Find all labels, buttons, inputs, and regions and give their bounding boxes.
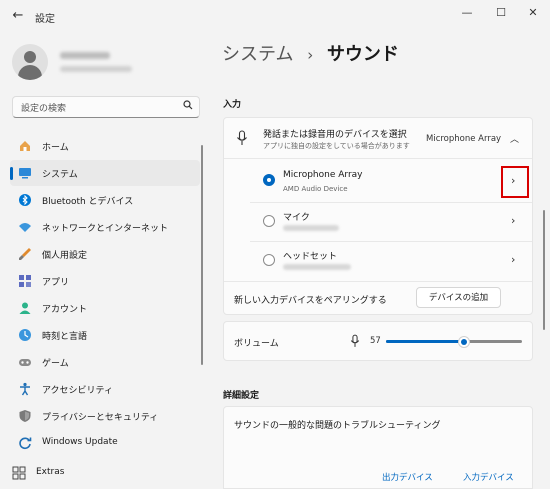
main-scrollbar[interactable] [543, 210, 545, 330]
device-sub-blurred [283, 225, 339, 231]
sidebar-item-label: プライバシーとセキュリティ [42, 413, 159, 423]
section-title-advanced: 詳細設定 [223, 391, 260, 401]
input-header-subtitle: アプリに独自の設定をしている場合があります [263, 142, 410, 150]
sidebar-item-privacy[interactable]: プライバシーとセキュリティ [10, 403, 200, 429]
device-name: マイク [283, 213, 310, 223]
radio-microphone-array[interactable] [263, 174, 275, 186]
radio-mic[interactable] [263, 215, 275, 227]
sidebar-item-label: Windows Update [42, 437, 118, 447]
back-arrow-icon[interactable]: ← [10, 8, 26, 24]
sidebar-item-label: 個人用設定 [42, 251, 88, 261]
sidebar-item-apps[interactable]: アプリ [10, 268, 200, 294]
volume-label: ボリューム [234, 339, 279, 349]
page-title: サウンド [326, 44, 399, 65]
sidebar-item-windows-update[interactable]: Windows Update [10, 430, 200, 456]
search-input[interactable]: 設定の検索 [12, 96, 200, 118]
device-sub: AMD Audio Device [283, 185, 348, 193]
breadcrumb: システム › サウンド [222, 40, 399, 66]
add-device-button[interactable]: デバイスの追加 [416, 287, 501, 308]
sidebar-item-label: ゲーム [42, 359, 69, 369]
troubleshoot-card: サウンドの一般的な問題のトラブルシューティング 出力デバイス 入力デバイス [223, 406, 533, 489]
microphone-icon [237, 130, 247, 145]
device-sub-blurred [283, 264, 351, 270]
output-devices-link[interactable]: 出力デバイス [382, 471, 433, 483]
time-language-icon [19, 329, 31, 341]
device-row-microphone-array[interactable]: Microphone Array AMD Audio Device [224, 160, 532, 202]
sidebar-item-label: システム [42, 170, 78, 180]
system-icon [19, 168, 31, 179]
sidebar-item-label: ホーム [42, 143, 69, 153]
sidebar-item-time-language[interactable]: 時刻と言語 [10, 322, 200, 348]
volume-slider-thumb[interactable] [458, 336, 470, 348]
selected-input-value: Microphone Array [426, 134, 502, 144]
device-row-headset[interactable]: ヘッドセット › [224, 242, 532, 280]
sidebar-item-home[interactable]: ホーム [10, 133, 200, 159]
device-name: Microphone Array [283, 170, 363, 180]
sidebar-item-system[interactable]: システム [10, 160, 200, 186]
apps-icon [19, 275, 31, 287]
radio-headset[interactable] [263, 254, 275, 266]
accessibility-icon [20, 382, 30, 396]
input-device-expander[interactable]: 発話または録音用のデバイスを選択 アプリに独自の設定をしている場合があります M… [224, 118, 532, 158]
device-name: ヘッドセット [283, 252, 338, 262]
volume-card: ボリューム 57 [223, 321, 533, 361]
gamepad-icon [19, 359, 31, 366]
sidebar-item-label: Extras [36, 467, 65, 477]
input-devices-link[interactable]: 入力デバイス [463, 471, 514, 483]
shield-icon [19, 410, 31, 422]
brush-icon [19, 248, 31, 260]
sidebar-item-label: ネットワークとインターネット [42, 224, 169, 234]
microphone-icon[interactable] [350, 334, 360, 348]
sidebar-item-accounts[interactable]: アカウント [10, 295, 200, 321]
section-title-input: 入力 [223, 100, 242, 110]
active-indicator [10, 167, 13, 180]
chevron-right-icon[interactable]: › [511, 214, 515, 227]
sidebar-item-label: アカウント [42, 305, 88, 315]
bluetooth-icon [19, 194, 31, 206]
troubleshoot-title: サウンドの一般的な問題のトラブルシューティング [234, 421, 441, 431]
sidebar-item-extras[interactable]: Extras [4, 460, 194, 486]
breadcrumb-separator: › [307, 46, 314, 64]
maximize-button[interactable]: ☐ [490, 4, 512, 22]
account-icon [19, 302, 31, 314]
user-name-blurred [60, 52, 110, 59]
sidebar-item-bluetooth[interactable]: Bluetooth とデバイス [10, 187, 200, 213]
sidebar-item-gaming[interactable]: ゲーム [10, 349, 200, 375]
sidebar-item-label: アクセシビリティ [42, 386, 114, 396]
avatar[interactable] [12, 44, 48, 80]
search-placeholder: 設定の検索 [21, 104, 67, 114]
update-icon [19, 437, 32, 450]
breadcrumb-parent[interactable]: システム [222, 44, 293, 65]
divider [224, 281, 532, 282]
chevron-right-icon[interactable]: › [511, 174, 515, 187]
window-title: 設定 [35, 14, 55, 25]
close-button[interactable]: ✕ [522, 4, 544, 22]
sidebar-item-label: アプリ [42, 278, 70, 288]
chevron-up-icon[interactable]: ︿ [510, 132, 519, 145]
pair-device-text: 新しい入力デバイスをペアリングする [234, 296, 387, 306]
volume-value: 57 [370, 336, 381, 346]
sidebar-item-label: Bluetooth とデバイス [42, 197, 134, 207]
user-email-blurred [60, 66, 132, 72]
search-icon[interactable] [183, 100, 193, 113]
sidebar-scrollbar[interactable] [201, 145, 203, 365]
sidebar-item-accessibility[interactable]: アクセシビリティ [10, 376, 200, 402]
wifi-icon [19, 223, 31, 232]
device-row-mic[interactable]: マイク › [224, 203, 532, 241]
title-bar: ← 設定 — ☐ ✕ [0, 0, 550, 34]
minimize-button[interactable]: — [456, 4, 478, 22]
home-icon [20, 141, 30, 151]
sidebar-item-network[interactable]: ネットワークとインターネット [10, 214, 200, 240]
sidebar-item-label: 時刻と言語 [42, 332, 88, 342]
input-header-title: 発話または録音用のデバイスを選択 [263, 130, 407, 140]
divider [224, 158, 532, 159]
sidebar-item-personalization[interactable]: 個人用設定 [10, 241, 200, 267]
extras-icon [12, 466, 26, 480]
volume-slider-fill [386, 340, 464, 343]
chevron-right-icon[interactable]: › [511, 253, 515, 266]
